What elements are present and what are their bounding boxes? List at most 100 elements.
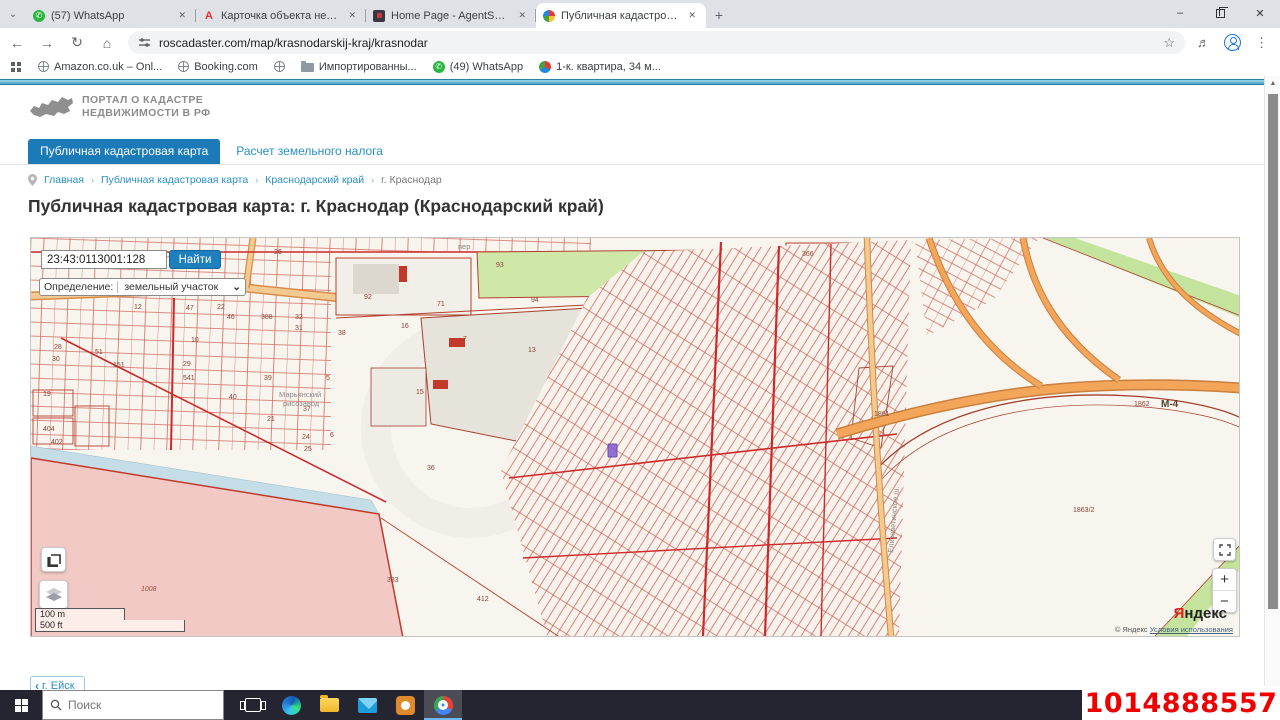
globe-icon [38, 61, 49, 72]
tab-title: Карточка объекта недвижим [221, 10, 339, 22]
edge-icon [282, 696, 301, 715]
back-icon[interactable]: ← [8, 35, 26, 51]
bookmark-item[interactable]: ✆ (49) WhatsApp [433, 61, 523, 73]
toolbar-right: ♬ ⋮ [1197, 34, 1272, 51]
minimize-button[interactable]: – [1160, 0, 1200, 26]
site-logo[interactable]: ПОРТАЛ О КАДАСТРЕ НЕДВИЖИМОСТИ В РФ [28, 93, 210, 121]
map-label: 32 [295, 314, 303, 321]
taskbar-media-button[interactable] [386, 690, 424, 720]
restore-button[interactable] [1200, 0, 1240, 26]
map-label: 1861 [874, 411, 890, 418]
whatsapp-icon: ✆ [433, 61, 445, 73]
map-label: 151 [113, 362, 125, 369]
taskbar-task-view-button[interactable] [234, 690, 272, 720]
bookmark-item[interactable]: 1-к. квартира, 34 м... [539, 61, 661, 73]
map-label: 71 [437, 301, 445, 308]
map-art [31, 238, 1240, 637]
russia-map-logo-icon [28, 93, 74, 121]
nav-tab-public-map[interactable]: Публичная кадастровая карта [28, 139, 220, 164]
map-label: 21 [267, 416, 275, 423]
measure-tool-button[interactable] [41, 547, 66, 572]
nav-tab-land-tax[interactable]: Расчет земельного налога [236, 139, 383, 164]
apps-grid-icon[interactable] [10, 61, 22, 73]
bookmark-label: Импортированны... [319, 61, 417, 73]
zoom-in-button[interactable]: + [1213, 569, 1236, 591]
taskbar-search-input[interactable] [68, 698, 198, 712]
home-icon[interactable]: ⌂ [98, 35, 116, 51]
map-label: 7 [463, 336, 467, 343]
tab-title: Home Page - AgentSystem [391, 10, 509, 22]
bookmark-star-icon[interactable]: ☆ [1163, 35, 1175, 51]
page-scrollbar[interactable]: ▲ [1264, 76, 1280, 690]
bookmark-label: Amazon.co.uk – Onl... [54, 61, 162, 73]
yandex-logo[interactable]: Яндекс [1174, 605, 1227, 622]
reload-icon[interactable]: ↻ [68, 34, 86, 51]
taskbar-mail-button[interactable] [348, 690, 386, 720]
tab-close-icon[interactable]: ✕ [175, 9, 189, 22]
taskbar-edge-button[interactable] [272, 690, 310, 720]
browser-toolbar: ← → ↻ ⌂ roscadaster.com/map/krasnodarski… [0, 28, 1280, 57]
browser-tab[interactable]: ✆(57) WhatsApp✕ [26, 3, 196, 28]
crumb-home[interactable]: Главная [44, 174, 84, 186]
map-label: 13 [528, 347, 536, 354]
bookmark-item[interactable]: Amazon.co.uk – Onl... [38, 61, 162, 73]
tab-title: (57) WhatsApp [51, 10, 169, 22]
taskbar-search[interactable] [42, 690, 224, 720]
map-label: 1008 [141, 586, 157, 593]
forward-icon[interactable]: → [38, 35, 56, 51]
map-label: 12 [134, 304, 142, 311]
cadastral-number-input[interactable] [41, 250, 167, 269]
menu-dots-icon[interactable]: ⋮ [1255, 35, 1268, 51]
browser-tab[interactable]: Home Page - AgentSystem ✕ [366, 3, 536, 28]
crumb-city: г. Краснодар [381, 174, 442, 186]
layers-button[interactable] [39, 580, 68, 609]
close-button[interactable]: ✕ [1240, 0, 1280, 26]
folder-icon [301, 63, 314, 72]
map-label: 93 [496, 262, 504, 269]
url-text[interactable]: roscadaster.com/map/krasnodarskij-kraj/k… [159, 36, 1155, 50]
address-bar[interactable]: roscadaster.com/map/krasnodarskij-kraj/k… [128, 31, 1185, 54]
start-button[interactable] [0, 690, 42, 720]
map-label: 1862 [1134, 401, 1150, 408]
media-hub-icon[interactable]: ♬ [1197, 35, 1210, 50]
bookmark-item[interactable]: Booking.com [178, 61, 258, 73]
map-label: 46 [227, 314, 235, 321]
site-info-icon[interactable] [138, 36, 151, 49]
filter-value: земельный участок [124, 281, 218, 293]
map-label: 39 [264, 375, 272, 382]
map-label: 1863/2 [1073, 507, 1095, 514]
object-type-select[interactable]: Определение: земельный участок ⌄ [39, 278, 246, 296]
crumb-region[interactable]: Краснодарский край [265, 174, 364, 186]
reference-number: 1014888557 [1082, 686, 1280, 720]
map-label: 19 [43, 391, 51, 398]
browser-tab[interactable]: Публичная кадастровая карт✕ [536, 3, 706, 28]
bookmark-item[interactable]: Импортированны... [301, 61, 417, 73]
cadastral-map[interactable]: 93929471366пер16738131536383412100854139… [30, 237, 1240, 637]
find-button[interactable]: Найти [169, 250, 221, 269]
map-label: 26 [274, 249, 282, 256]
map-label: Марьянский [279, 390, 321, 399]
tab-search-chevron-icon[interactable]: ⌄ [0, 0, 26, 28]
profile-avatar-icon[interactable] [1224, 34, 1241, 51]
scrollbar-thumb[interactable] [1268, 94, 1278, 609]
map-label: М-4 [1161, 399, 1179, 410]
tab-close-icon[interactable]: ✕ [345, 9, 359, 22]
fullscreen-button[interactable] [1213, 538, 1236, 561]
explorer-icon [320, 698, 339, 712]
selected-parcel-marker[interactable] [608, 444, 617, 457]
terms-link[interactable]: Условия использования [1150, 625, 1233, 634]
bookmark-label: (49) WhatsApp [450, 61, 523, 73]
taskbar-chrome-button[interactable] [424, 690, 462, 720]
map-label: рисозавод [283, 399, 320, 408]
tab-close-icon[interactable]: ✕ [685, 9, 699, 22]
new-tab-button[interactable]: + [706, 2, 732, 28]
scroll-up-icon[interactable]: ▲ [1265, 76, 1280, 90]
map-attribution: © Яндекс Условия использования [1115, 625, 1233, 634]
crumb-public-map[interactable]: Публичная кадастровая карта [101, 174, 248, 186]
browser-tab[interactable]: АКарточка объекта недвижим✕ [196, 3, 366, 28]
bookmark-item[interactable] [274, 61, 285, 72]
dots-icon [539, 61, 551, 73]
tab-close-icon[interactable]: ✕ [515, 9, 529, 22]
crumb-separator: › [255, 175, 258, 185]
taskbar-explorer-button[interactable] [310, 690, 348, 720]
